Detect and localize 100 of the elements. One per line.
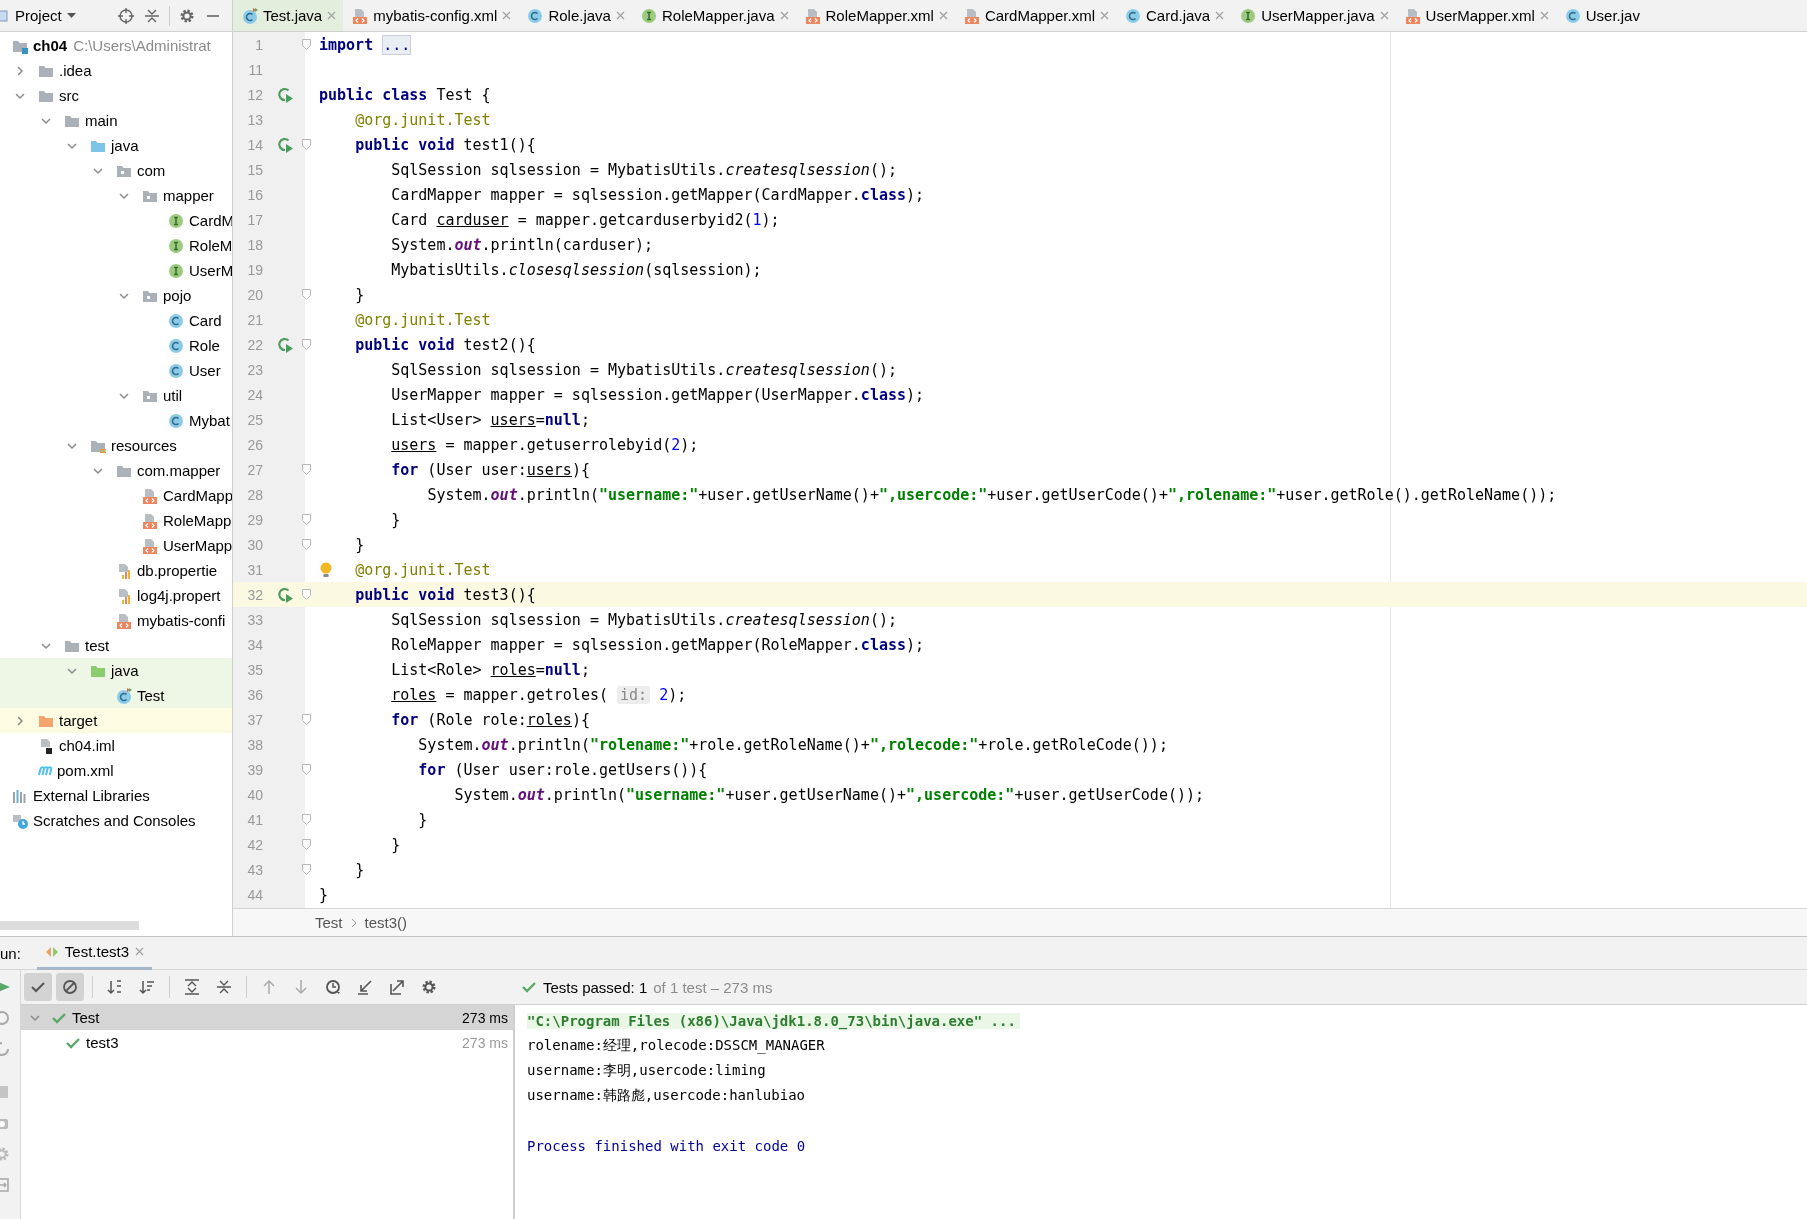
panel-icon: [0, 7, 8, 24]
passed-filter-button[interactable]: [24, 973, 52, 1001]
run-icon[interactable]: [277, 136, 293, 153]
tree-item[interactable]: User: [189, 362, 221, 379]
tree-item[interactable]: util: [163, 387, 183, 404]
tree-item[interactable]: java: [111, 662, 139, 679]
tree-item[interactable]: Mybat: [189, 412, 230, 429]
tree-item[interactable]: Test: [137, 687, 165, 704]
close-icon[interactable]: [502, 11, 512, 20]
test-row[interactable]: test3 273 ms: [21, 1030, 513, 1055]
editor-tab[interactable]: Test.java: [233, 0, 344, 31]
close-icon[interactable]: [1215, 11, 1225, 20]
tree-item[interactable]: RoleMapp: [163, 512, 232, 529]
lightbulb-icon[interactable]: [319, 562, 333, 578]
fold-icon[interactable]: [301, 289, 311, 300]
tree-item[interactable]: ch04: [33, 37, 68, 54]
tree-item[interactable]: resources: [111, 437, 177, 454]
xml-file-icon: [142, 487, 158, 504]
interface-icon: [1240, 7, 1257, 24]
tree-item[interactable]: target: [59, 712, 98, 729]
rerun-icon[interactable]: [0, 1010, 10, 1026]
run-icon[interactable]: [277, 586, 293, 603]
tree-item[interactable]: UserMapp: [163, 537, 232, 554]
tree-item[interactable]: com.mapper: [137, 462, 221, 479]
sort-by-duration-icon: [139, 979, 155, 995]
view-selector[interactable]: Project: [15, 0, 76, 31]
tree-item[interactable]: mapper: [163, 187, 214, 204]
run-icon[interactable]: [277, 336, 293, 353]
tree-item[interactable]: UserM: [189, 262, 232, 279]
fold-icon[interactable]: [301, 864, 311, 875]
fold-icon[interactable]: [301, 589, 311, 600]
fold-icon[interactable]: [301, 139, 311, 150]
tree-row[interactable]: target: [0, 708, 232, 733]
close-icon[interactable]: [135, 947, 145, 956]
tree-row[interactable]: Test: [0, 683, 232, 708]
tree-item[interactable]: CardMapp: [163, 487, 232, 504]
tree-item[interactable]: RoleM: [189, 237, 232, 254]
tree-item[interactable]: test: [85, 637, 110, 654]
close-icon[interactable]: [615, 11, 625, 20]
tree-item[interactable]: java: [111, 137, 139, 154]
tree-item[interactable]: src: [59, 87, 79, 104]
settings-icon[interactable]: [179, 7, 195, 24]
tree-item[interactable]: main: [85, 112, 118, 129]
breadcrumb[interactable]: Test: [315, 914, 343, 931]
code-line: Card carduser = mapper.getcarduserbyid2(1);: [391, 210, 780, 229]
fold-icon[interactable]: [301, 539, 311, 550]
run-icon[interactable]: [277, 86, 293, 103]
restore-icon[interactable]: [0, 1041, 10, 1057]
class-icon: [168, 362, 184, 379]
tree-item[interactable]: ch04.iml: [59, 737, 115, 754]
tree-item[interactable]: Card: [189, 312, 222, 329]
export-icon: [389, 979, 405, 995]
close-icon[interactable]: [1539, 11, 1549, 20]
close-icon[interactable]: [779, 11, 789, 20]
line-number: 31: [246, 561, 263, 578]
tree-item[interactable]: pojo: [163, 287, 192, 304]
sort-alphabetically-icon: [107, 979, 123, 995]
tree-item[interactable]: External Libraries: [33, 787, 150, 804]
line-number: 29: [246, 511, 263, 528]
tree-item[interactable]: log4j.propert: [137, 587, 221, 604]
fold-icon[interactable]: [301, 839, 311, 850]
fold-icon[interactable]: [301, 514, 311, 525]
tree-item[interactable]: .idea: [59, 62, 92, 79]
close-icon[interactable]: [327, 11, 337, 20]
close-icon[interactable]: [1379, 11, 1389, 20]
fold-icon[interactable]: [301, 339, 311, 350]
chevron-icon[interactable]: [14, 64, 26, 77]
fold-icon[interactable]: [301, 39, 311, 50]
tree-item[interactable]: mybatis-confi: [137, 612, 226, 629]
tree-row[interactable]: java: [0, 658, 232, 683]
tree-item[interactable]: pom.xml: [57, 762, 114, 779]
test-row[interactable]: Test 273 ms: [21, 1005, 513, 1030]
tree-item[interactable]: Scratches and Consoles: [33, 812, 196, 829]
breadcrumb[interactable]: test3(): [364, 914, 408, 931]
chevron-icon[interactable]: [14, 714, 26, 727]
run-tab[interactable]: Test.test3: [36, 936, 153, 970]
maven-icon: [38, 765, 52, 776]
fold-icon[interactable]: [301, 714, 311, 725]
test-name: Test: [72, 1009, 100, 1026]
tree-item[interactable]: CardM: [189, 212, 232, 229]
stop-icon[interactable]: [0, 1084, 10, 1100]
class-icon: [168, 312, 184, 329]
fold-icon[interactable]: [301, 464, 311, 475]
fold-icon[interactable]: [301, 764, 311, 775]
locate-icon[interactable]: [118, 7, 134, 24]
tree-item[interactable]: db.propertie: [137, 562, 218, 579]
line-number: 20: [246, 286, 263, 303]
fold-icon[interactable]: [301, 814, 311, 825]
code-line: }: [319, 885, 329, 904]
close-icon[interactable]: [1099, 11, 1109, 20]
xml-file-icon: [963, 7, 980, 24]
line-number: 42: [246, 836, 263, 853]
exit-icon[interactable]: [0, 1177, 10, 1193]
close-icon[interactable]: [938, 11, 948, 20]
code-line: for (User user:role.getUsers()){: [418, 760, 708, 779]
tree-item[interactable]: com: [137, 162, 166, 179]
ignored-filter-button[interactable]: [56, 973, 84, 1001]
tree-item[interactable]: Role: [189, 337, 220, 354]
scrollbar[interactable]: [0, 921, 139, 930]
collapse-icon[interactable]: [144, 7, 160, 24]
